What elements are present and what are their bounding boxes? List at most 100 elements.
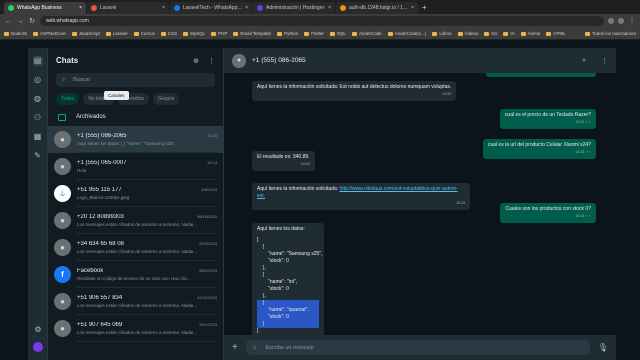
chat-name: +1 (555) 065-0007 — [77, 159, 127, 166]
code-line: "name": "Samsung s25", — [257, 251, 323, 257]
filter-chip[interactable]: Todos — [56, 93, 80, 105]
bookmark-item[interactable]: NodeJS — [4, 31, 27, 36]
message-text: Aquí tienes la información solicitada: E… — [257, 84, 452, 90]
folder-icon — [484, 31, 490, 36]
extension-icon[interactable] — [608, 18, 614, 24]
bookmark-item[interactable]: Libros — [432, 31, 452, 36]
bookmark-item[interactable]: HTML — [546, 31, 566, 36]
chat-row[interactable]: ● +51 906 557 834 22/11/2024 Los mensajes e… — [48, 288, 223, 315]
status-icon[interactable]: ◎ — [33, 75, 43, 85]
settings-icon[interactable]: ⚙ — [33, 325, 43, 335]
close-tab-icon[interactable]: × — [411, 5, 414, 11]
chat-row[interactable]: ● +20 12 80899303 06/16/2024 Los mensajes e… — [48, 207, 223, 234]
browser-tab[interactable]: Laravel × — [87, 2, 169, 14]
message-bubble: cual es el precio de un Teclado Razer? 10… — [499, 109, 596, 129]
bookmark-item[interactable]: CSS — [160, 31, 177, 36]
chat-row[interactable]: ● +1 (555) 065-0007 10:14 Hola — [48, 153, 223, 180]
contact-name[interactable]: +1 (555) 086-2065 — [252, 57, 567, 64]
address-bar[interactable]: web.whatsapp.com — [40, 16, 604, 26]
bookmark-item[interactable]: Anime — [520, 31, 540, 36]
tab-label: Laravel — [100, 5, 117, 11]
bookmark-label: HTML — [553, 31, 566, 36]
conversation-header[interactable]: ● +1 (555) 086-2065 ⌕ ⋮ — [224, 48, 616, 73]
emoji-icon[interactable]: ☺ — [252, 345, 258, 351]
bookmark-item[interactable]: Flutter — [304, 31, 324, 36]
bookmark-item[interactable]: Go — [484, 31, 497, 36]
chat-row-body: Facebook 28/2/2023 Recibiste un código de … — [77, 261, 217, 288]
chats-icon[interactable]: ▤ — [32, 56, 43, 66]
bookmark-item[interactable]: AnderCode(c...) — [387, 31, 427, 36]
message-code-block: [ { "name": "Samsung s25", "stock": 0 },… — [257, 237, 323, 335]
close-tab-icon[interactable]: × — [245, 5, 248, 11]
reload-icon[interactable]: ↻ — [28, 17, 36, 25]
code-line: [ — [257, 237, 259, 243]
filter-chip[interactable]: Grupos — [153, 93, 180, 105]
menu-icon[interactable]: ⋮ — [208, 57, 215, 65]
archived-row[interactable]: Archivados — [48, 108, 223, 126]
bookmark-item[interactable]: Cursos — [133, 31, 155, 36]
browser-tab[interactable]: WhatsApp Business × — [4, 2, 86, 14]
search-icon[interactable]: ⌕ — [582, 57, 586, 65]
communities-icon[interactable]: ⚇ — [33, 113, 43, 123]
bookmark-item[interactable]: Python — [277, 31, 298, 36]
bookmark-item[interactable]: SQL — [329, 31, 346, 36]
close-tab-icon[interactable]: × — [162, 5, 165, 11]
chat-row[interactable]: ● +34 634 65 68 08 20/2/2023 Los mensajes e… — [48, 234, 223, 261]
message-area: Aquí tienes la información solicitada: E… — [224, 73, 616, 335]
tab-favicon-icon — [174, 5, 180, 11]
bookmark-label: Python — [284, 31, 299, 36]
menu-icon[interactable]: ⋮ — [601, 57, 608, 65]
message-time: 10:23 ✓✓ — [575, 150, 591, 154]
bookmark-item[interactable]: AnderCode — [351, 31, 382, 36]
browser-tab[interactable]: LaravelTech - WhatsApp - Meta× — [170, 2, 252, 14]
close-tab-icon[interactable]: × — [79, 5, 82, 11]
contact-avatar[interactable]: ● — [232, 53, 246, 68]
close-tab-icon[interactable]: × — [328, 5, 331, 11]
catalog-icon[interactable]: ▦ — [33, 132, 43, 142]
back-icon[interactable]: ← — [4, 18, 12, 25]
attach-icon[interactable]: + — [232, 342, 238, 353]
broadcast-icon[interactable]: ✎ — [33, 151, 43, 161]
channels-icon[interactable]: ◍ — [33, 94, 43, 104]
bookmark-item[interactable]: Email Template — [233, 31, 271, 36]
browser-tab[interactable]: Administración | Hostinger × — [253, 2, 335, 14]
tab-favicon-icon — [91, 5, 97, 11]
microphone-icon[interactable]: 🎙 — [598, 343, 608, 352]
search-input[interactable]: ⌕ Buscar — [56, 73, 215, 87]
chat-list-title: Chats — [56, 56, 79, 65]
bookmark-item[interactable]: PHP — [211, 31, 227, 36]
new-tab-button[interactable]: + — [422, 2, 427, 14]
all-bookmarks-button[interactable]: Todos los marcadores — [584, 31, 636, 36]
bookmark-label: AnderCode(c...) — [394, 31, 427, 36]
bookmark-label: MySQL — [190, 31, 206, 36]
chat-preview: Hola — [77, 167, 87, 173]
code-line: "stock": 0 — [257, 286, 289, 292]
new-chat-icon[interactable]: ⊕ — [193, 57, 199, 65]
chat-row-top: +51 906 557 834 22/11/2024 — [77, 295, 217, 301]
chat-row[interactable]: f Facebook 28/2/2023 Recibiste un código de… — [48, 261, 223, 288]
chat-row[interactable]: ● +51 907 645 069 20/1/2023 Los mensajes es… — [48, 315, 223, 342]
archived-label: Archivados — [76, 114, 106, 120]
bookmark-item[interactable]: JavaScript — [71, 31, 100, 36]
profile-avatar[interactable] — [33, 342, 43, 352]
chat-row[interactable]: ⚓ +51 955 115 177 4/6/2024 Logo_Blanco-1200… — [48, 180, 223, 207]
bookmark-item[interactable]: IA — [503, 31, 515, 36]
browser-toolbar: ← → ↻ web.whatsapp.com ⋮ — [0, 14, 640, 28]
forward-icon[interactable]: → — [16, 18, 24, 25]
tab-favicon-icon — [257, 5, 263, 11]
folder-icon — [457, 31, 463, 36]
bookmark-item[interactable]: ASPNetCore — [33, 31, 66, 36]
browser-tab[interactable]: auth-db.1248.hstgr.io / 127.0.0× — [336, 2, 418, 14]
top-strip — [28, 40, 616, 48]
chat-row[interactable]: ● +1 (555) 086-2065 10:24 Aquí tienes los d… — [48, 126, 223, 153]
bookmark-item[interactable]: MySQL — [183, 31, 205, 36]
chat-name: +1 (555) 086-2065 — [77, 132, 127, 139]
message-input[interactable]: ☺ Escribe un mensaje — [245, 340, 590, 355]
bookmark-item[interactable]: Laravel — [105, 31, 128, 36]
browser-menu-icon[interactable]: ⋮ — [628, 17, 636, 25]
chat-name: +51 907 645 069 — [77, 321, 123, 328]
tab-favicon-icon — [8, 5, 14, 11]
chat-row-body: +1 (555) 065-0007 10:14 Hola — [77, 153, 217, 180]
profile-icon[interactable] — [618, 18, 624, 24]
bookmark-item[interactable]: Videos — [457, 31, 478, 36]
